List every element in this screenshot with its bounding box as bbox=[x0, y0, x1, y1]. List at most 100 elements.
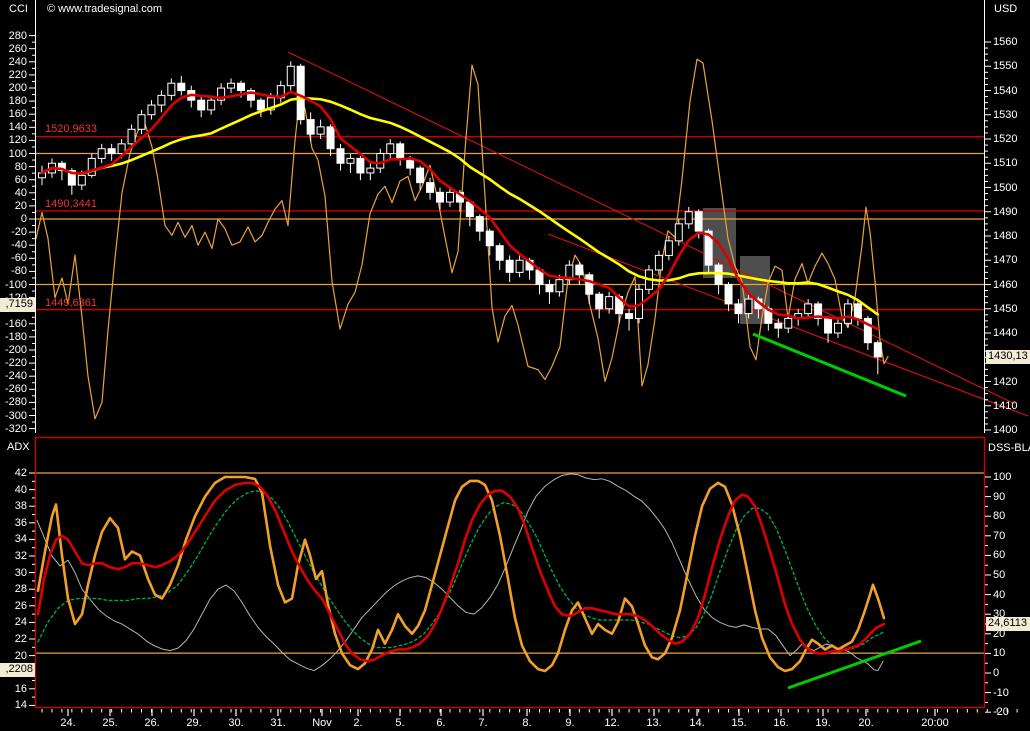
cci-tick-label: 200 bbox=[8, 82, 27, 94]
adx-tick-label: 16 bbox=[14, 682, 27, 695]
cci-tick-label: -320 bbox=[4, 422, 27, 435]
cci-tick-label: -20 bbox=[11, 226, 27, 239]
last-price-value-box: 1430,13 bbox=[986, 350, 1030, 364]
usd-tick-label: 1460 bbox=[993, 278, 1018, 291]
usd-tick-label: 1470 bbox=[993, 254, 1018, 267]
adx-tick-label: 42 bbox=[14, 467, 27, 479]
x-axis-label: 5. bbox=[395, 717, 405, 729]
dss-tick-label: 60 bbox=[993, 549, 1006, 562]
adx-tick-label: 36 bbox=[14, 516, 27, 529]
cci-tick-label: 60 bbox=[14, 173, 27, 186]
usd-tick-label: 1450 bbox=[993, 302, 1018, 315]
cci-tick-label: 180 bbox=[8, 95, 27, 108]
price-level-label-1: 1520,9633 bbox=[45, 123, 97, 135]
last-dss-value-box: 24,6113 bbox=[986, 617, 1030, 631]
last-cci-value-box: ,7159 bbox=[0, 298, 35, 312]
usd-tick-label: 1420 bbox=[993, 375, 1018, 388]
cci-tick-label: 280 bbox=[8, 29, 27, 42]
cci-tick-label: -160 bbox=[4, 317, 27, 330]
x-axis-label: 9. bbox=[565, 717, 575, 729]
dss-axis-title: DSS-BLA bbox=[988, 442, 1030, 454]
cci-tick-label: 0 bbox=[20, 213, 27, 225]
copyright-text: © www.tradesignal.com bbox=[47, 3, 163, 15]
dss-tick-label: -20 bbox=[993, 706, 1009, 719]
cci-tick-label: 40 bbox=[14, 186, 27, 199]
adx-tick-label: 14 bbox=[14, 699, 27, 712]
dss-tick-label: 70 bbox=[993, 529, 1006, 542]
x-axis-label: 20. bbox=[858, 717, 874, 729]
x-axis-label: 25. bbox=[102, 717, 118, 729]
price-level-label-2: 1490,3441 bbox=[45, 198, 97, 210]
cci-tick-label: 240 bbox=[8, 55, 27, 68]
cci-tick-label: -180 bbox=[4, 330, 27, 343]
cci-axis-title: CCI bbox=[9, 3, 28, 15]
dss-tick-label: 100 bbox=[993, 471, 1012, 483]
x-axis-label: 7. bbox=[478, 717, 488, 729]
x-axis-label: 12. bbox=[604, 717, 620, 729]
cci-tick-label: 260 bbox=[8, 42, 27, 55]
usd-tick-label: 1480 bbox=[993, 230, 1018, 242]
cci-tick-label: 80 bbox=[14, 160, 27, 173]
usd-tick-label: 1510 bbox=[993, 157, 1018, 170]
x-axis-label: 2. bbox=[353, 717, 363, 729]
cci-tick-label: -220 bbox=[4, 357, 27, 370]
x-axis-label: 30. bbox=[228, 717, 244, 729]
x-axis-label: 16. bbox=[773, 717, 789, 729]
trading-chart-window: CCI © www.tradesignal.com USD ADX DSS-BL… bbox=[0, 0, 1030, 731]
dss-tick-label: 40 bbox=[993, 588, 1006, 601]
cci-tick-label: 100 bbox=[8, 147, 27, 160]
x-axis-label: 29. bbox=[186, 717, 202, 729]
dss-tick-label: 10 bbox=[993, 647, 1006, 660]
x-axis-label: Nov bbox=[312, 717, 332, 729]
x-axis-label: 26. bbox=[144, 717, 160, 729]
dss-tick-label: 50 bbox=[993, 569, 1006, 581]
usd-tick-label: 1520 bbox=[993, 133, 1018, 145]
adx-tick-label: 30 bbox=[14, 566, 27, 579]
dss-tick-label: 0 bbox=[993, 667, 1000, 679]
dss-tick-label: 80 bbox=[993, 510, 1006, 523]
cci-tick-label: -240 bbox=[4, 370, 27, 383]
cci-tick-label: -280 bbox=[4, 396, 27, 409]
x-axis-label: 15. bbox=[731, 717, 747, 729]
dss-tick-label: 90 bbox=[993, 490, 1006, 503]
usd-tick-label: 1550 bbox=[993, 60, 1018, 73]
cci-tick-label: -260 bbox=[4, 383, 27, 396]
adx-tick-label: 34 bbox=[14, 533, 27, 546]
usd-tick-label: 1560 bbox=[993, 36, 1018, 48]
usd-tick-label: 1490 bbox=[993, 205, 1018, 218]
usd-tick-label: 1440 bbox=[993, 327, 1018, 339]
x-axis-label: 14. bbox=[689, 717, 705, 729]
adx-tick-label: 40 bbox=[14, 483, 27, 496]
adx-tick-label: 24 bbox=[14, 616, 27, 629]
cci-tick-label: -300 bbox=[4, 409, 27, 422]
dss-tick-label: -10 bbox=[993, 686, 1009, 699]
cci-tick-label: -60 bbox=[11, 252, 27, 265]
x-axis-label: 6. bbox=[436, 717, 446, 729]
adx-tick-label: 38 bbox=[14, 500, 27, 513]
x-axis-label: 8. bbox=[522, 717, 532, 729]
cci-tick-label: -200 bbox=[4, 344, 27, 356]
usd-tick-label: 1540 bbox=[993, 84, 1018, 97]
cci-tick-label: 160 bbox=[8, 108, 27, 121]
adx-axis-title: ADX bbox=[7, 441, 30, 453]
last-adx-value-box: ,2208 bbox=[0, 663, 35, 677]
adx-tick-label: 32 bbox=[14, 550, 27, 562]
cci-tick-label: 120 bbox=[8, 134, 27, 147]
adx-tick-label: 22 bbox=[14, 633, 27, 645]
usd-tick-label: 1500 bbox=[993, 181, 1018, 194]
usd-tick-label: 1410 bbox=[993, 399, 1018, 412]
cci-tick-label: 140 bbox=[8, 121, 27, 134]
cci-tick-label: -40 bbox=[11, 239, 27, 252]
chart-canvas[interactable] bbox=[0, 0, 1030, 731]
cci-tick-label: -80 bbox=[11, 265, 27, 278]
x-axis-label: 13. bbox=[646, 717, 662, 729]
adx-tick-label: 20 bbox=[14, 649, 27, 662]
usd-axis-title: USD bbox=[994, 3, 1018, 15]
x-axis-label: 19. bbox=[815, 717, 831, 729]
usd-tick-label: 1400 bbox=[993, 424, 1018, 436]
price-level-label-3: 1449,6361 bbox=[45, 297, 97, 309]
x-axis-label: 20:00 bbox=[921, 717, 949, 729]
x-axis-label: 24. bbox=[60, 717, 76, 729]
cci-tick-label: -100 bbox=[4, 278, 27, 291]
x-axis-label: 31. bbox=[270, 717, 286, 729]
